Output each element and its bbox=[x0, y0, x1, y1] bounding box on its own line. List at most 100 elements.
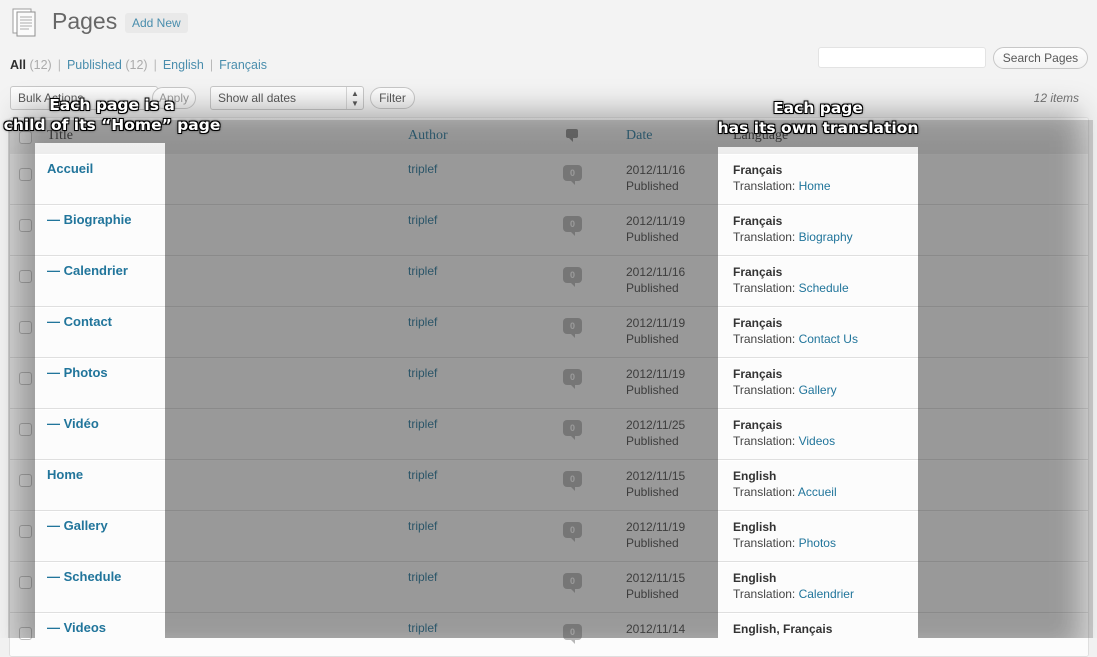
row-checkbox[interactable] bbox=[19, 321, 32, 334]
translation-label: Translation: bbox=[733, 332, 796, 346]
translation-link[interactable]: Photos bbox=[799, 536, 836, 550]
row-checkbox[interactable] bbox=[19, 474, 32, 487]
page-title-link[interactable]: — Calendrier bbox=[47, 263, 128, 278]
date-cell: 2012/11/16 Published bbox=[626, 264, 685, 296]
comment-count-icon[interactable]: 0 bbox=[563, 522, 582, 542]
author-link[interactable]: triplef bbox=[408, 162, 437, 176]
comment-count-icon[interactable]: 0 bbox=[563, 471, 582, 491]
row-checkbox[interactable] bbox=[19, 270, 32, 283]
page-title-link[interactable]: — Photos bbox=[47, 365, 108, 380]
date-value: 2012/11/19 bbox=[626, 316, 686, 330]
translation-link[interactable]: Calendrier bbox=[799, 587, 854, 601]
row-checkbox[interactable] bbox=[19, 219, 32, 232]
column-date[interactable]: Date bbox=[626, 128, 652, 144]
translation-link[interactable]: Videos bbox=[799, 434, 835, 448]
row-checkbox[interactable] bbox=[19, 627, 32, 640]
comment-count-icon[interactable]: 0 bbox=[563, 318, 582, 338]
row-checkbox[interactable] bbox=[19, 372, 32, 385]
language-cell: Français Translation: Contact Us bbox=[733, 315, 858, 347]
translation-label: Translation: bbox=[733, 485, 796, 499]
row-checkbox[interactable] bbox=[19, 525, 32, 538]
date-cell: 2012/11/15 Published bbox=[626, 570, 685, 602]
language-cell: English Translation: Calendrier bbox=[733, 570, 854, 602]
page-title-link[interactable]: — Gallery bbox=[47, 518, 108, 533]
page-title-link[interactable]: — Videos bbox=[47, 620, 106, 635]
search-input[interactable] bbox=[818, 47, 986, 68]
search-pages-button[interactable]: Search Pages bbox=[993, 47, 1088, 69]
author-link[interactable]: triplef bbox=[408, 366, 437, 380]
page-title-link[interactable]: — Schedule bbox=[47, 569, 121, 584]
language-cell: English Translation: Accueil bbox=[733, 468, 837, 500]
date-value: 2012/11/15 bbox=[626, 571, 686, 585]
date-filter-select[interactable]: Show all dates ▲ ▼ bbox=[210, 86, 364, 110]
pages-table: Title Author Date Language Accueil triple… bbox=[9, 117, 1089, 657]
filter-button[interactable]: Filter bbox=[370, 87, 415, 109]
annotation-translation-line2: has its own translation bbox=[717, 119, 919, 137]
date-cell: 2012/11/16 Published bbox=[626, 162, 685, 194]
annotation-translation-line1: Each page bbox=[773, 99, 863, 117]
pages-icon bbox=[12, 8, 36, 37]
comment-count-icon[interactable]: 0 bbox=[563, 267, 582, 287]
view-english[interactable]: English bbox=[163, 58, 204, 72]
page-title-link[interactable]: Home bbox=[47, 467, 83, 482]
status-value: Published bbox=[626, 383, 679, 397]
view-filters: All (12) | Published (12) | English | Français bbox=[10, 58, 268, 72]
view-francais[interactable]: Français bbox=[219, 58, 267, 72]
comment-count-icon[interactable]: 0 bbox=[563, 420, 582, 440]
language-value: Français bbox=[733, 214, 783, 228]
status-value: Published bbox=[626, 434, 679, 448]
comment-count-icon[interactable]: 0 bbox=[563, 216, 582, 236]
author-link[interactable]: triplef bbox=[408, 570, 437, 584]
date-value: 2012/11/19 bbox=[626, 214, 686, 228]
author-link[interactable]: triplef bbox=[408, 315, 437, 329]
date-cell: 2012/11/25 Published bbox=[626, 417, 685, 449]
translation-link[interactable]: Home bbox=[799, 179, 831, 193]
table-row: Accueil triplef 0 2012/11/16 Published França… bbox=[10, 154, 1088, 205]
page-title-link[interactable]: — Biographie bbox=[47, 212, 132, 227]
view-published[interactable]: Published bbox=[67, 58, 122, 72]
author-link[interactable]: triplef bbox=[408, 621, 437, 635]
page-title-link[interactable]: — Vidéo bbox=[47, 416, 99, 431]
author-link[interactable]: triplef bbox=[408, 519, 437, 533]
author-link[interactable]: triplef bbox=[408, 213, 437, 227]
author-link[interactable]: triplef bbox=[408, 417, 437, 431]
translation-link[interactable]: Gallery bbox=[799, 383, 837, 397]
date-value: 2012/11/15 bbox=[626, 469, 686, 483]
author-link[interactable]: triplef bbox=[408, 264, 437, 278]
row-checkbox[interactable] bbox=[19, 168, 32, 181]
language-value: Français bbox=[733, 163, 783, 177]
add-new-button[interactable]: Add New bbox=[125, 13, 188, 33]
page-title-link[interactable]: — Contact bbox=[47, 314, 112, 329]
table-row: — Photos triplef 0 2012/11/19 Published Franç… bbox=[10, 358, 1088, 409]
translation-link[interactable]: Contact Us bbox=[799, 332, 858, 346]
translation-link[interactable]: Schedule bbox=[799, 281, 849, 295]
language-value: Français bbox=[733, 265, 783, 279]
status-value: Published bbox=[626, 179, 679, 193]
status-value: Published bbox=[626, 485, 679, 499]
date-value: 2012/11/14 bbox=[626, 622, 686, 636]
translation-link[interactable]: Biography bbox=[799, 230, 853, 244]
table-row: — Videos triplef 0 2012/11/14 English, Franç… bbox=[10, 613, 1088, 656]
status-value: Published bbox=[626, 332, 679, 346]
language-cell: Français Translation: Schedule bbox=[733, 264, 849, 296]
translation-link[interactable]: Accueil bbox=[798, 485, 837, 499]
annotation-child-pages: Each page is a child of its “Home” page bbox=[3, 95, 221, 135]
date-cell: 2012/11/19 Published bbox=[626, 315, 685, 347]
view-published-count: (12) bbox=[125, 58, 148, 72]
column-author[interactable]: Author bbox=[408, 128, 448, 144]
view-all[interactable]: All bbox=[10, 58, 26, 72]
comment-count-icon[interactable]: 0 bbox=[563, 573, 582, 593]
page-title-link[interactable]: Accueil bbox=[47, 161, 93, 176]
row-checkbox[interactable] bbox=[19, 576, 32, 589]
comment-count-icon[interactable]: 0 bbox=[563, 369, 582, 389]
author-link[interactable]: triplef bbox=[408, 468, 437, 482]
translation-label: Translation: bbox=[733, 587, 796, 601]
language-value: English bbox=[733, 520, 777, 534]
language-cell: Français Translation: Videos bbox=[733, 417, 835, 449]
date-cell: 2012/11/14 bbox=[626, 621, 685, 637]
date-value: 2012/11/16 bbox=[626, 265, 686, 279]
language-value: Français bbox=[733, 367, 783, 381]
row-checkbox[interactable] bbox=[19, 423, 32, 436]
comment-count-icon[interactable]: 0 bbox=[563, 165, 582, 185]
comments-column-icon[interactable] bbox=[566, 129, 578, 142]
